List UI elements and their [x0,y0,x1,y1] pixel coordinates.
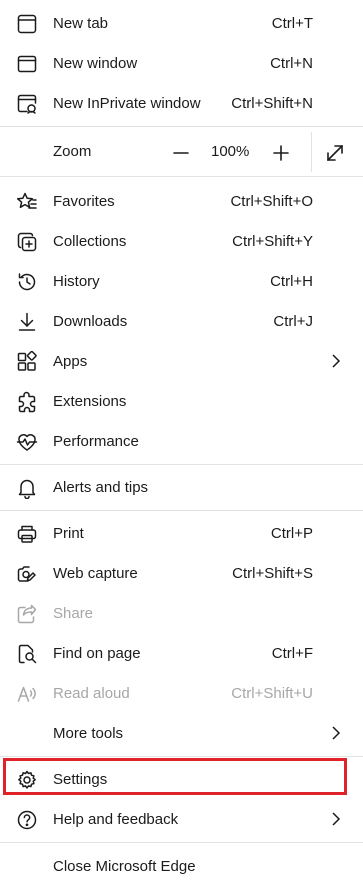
new-tab-icon [15,13,39,35]
menu-item-label: Downloads [53,312,128,330]
read-aloud-icon [15,683,39,705]
menu-item-label: Find on page [53,644,141,662]
menu-item-label: Web capture [53,564,138,582]
menu-item-downloads[interactable]: Downloads Ctrl+J [0,301,363,341]
separator [0,176,363,177]
menu-item-shortcut: Ctrl+F [271,644,313,662]
menu-item-close-edge[interactable]: Close Microsoft Edge [0,846,363,886]
menu-item-more-tools[interactable]: More tools [0,713,363,753]
menu-item-shortcut: Ctrl+T [271,14,313,32]
menu-item-new-window[interactable]: New window Ctrl+N [0,43,363,83]
menu-item-label: History [53,272,100,290]
menu-item-share: Share [0,593,363,633]
separator [0,126,363,127]
zoom-out-button[interactable] [166,139,196,167]
inprivate-window-icon [15,93,39,115]
favorites-star-icon [15,191,39,213]
separator [0,756,363,757]
settings-highlight-box [3,758,347,795]
menu-item-label: Share [53,604,94,622]
menu-item-shortcut: Ctrl+Shift+U [231,684,313,702]
menu-item-label: Performance [53,432,139,450]
menu-item-shortcut: Ctrl+Shift+S [232,564,313,582]
menu-item-shortcut: Ctrl+J [273,312,313,330]
download-arrow-icon [15,311,39,333]
menu-item-label: Favorites [53,192,115,210]
zoom-level: 100% [211,143,250,160]
menu-item-apps[interactable]: Apps [0,341,363,381]
menu-item-help-and-feedback[interactable]: Help and feedback [0,799,363,839]
menu-item-history[interactable]: History Ctrl+H [0,261,363,301]
separator [0,510,363,511]
menu-item-shortcut: Ctrl+H [270,272,313,290]
printer-icon [15,523,39,545]
menu-item-label: Help and feedback [53,810,179,828]
share-icon [15,603,39,625]
menu-item-favorites[interactable]: Favorites Ctrl+Shift+O [0,181,363,221]
menu-item-label: New window [53,54,138,72]
collections-icon [15,231,39,253]
menu-item-shortcut: Ctrl+Shift+O [230,192,313,210]
fullscreen-button[interactable] [320,139,350,167]
menu-item-shortcut: Ctrl+Shift+N [231,94,313,112]
menu-item-label: Print [53,524,84,542]
help-question-icon [15,809,39,831]
history-clock-icon [15,271,39,293]
menu-item-shortcut: Ctrl+N [270,54,313,72]
menu-item-label: New tab [53,14,109,32]
menu-item-alerts-and-tips[interactable]: Alerts and tips [0,467,363,507]
performance-heartbeat-icon [15,431,39,453]
new-window-icon [15,53,39,75]
menu-item-collections[interactable]: Collections Ctrl+Shift+Y [0,221,363,261]
find-page-icon [15,643,39,665]
edge-settings-menu: New tab Ctrl+T New window Ctrl+N New InP… [0,0,363,887]
chevron-right-icon [331,812,341,826]
menu-item-extensions[interactable]: Extensions [0,381,363,421]
zoom-row: Zoom 100% [0,131,363,175]
menu-item-web-capture[interactable]: Web capture Ctrl+Shift+S [0,553,363,593]
expand-icon [327,145,343,161]
menu-item-find-on-page[interactable]: Find on page Ctrl+F [0,633,363,673]
apps-grid-icon [15,351,39,373]
separator [0,464,363,465]
menu-item-new-inprivate-window[interactable]: New InPrivate window Ctrl+Shift+N [0,83,363,123]
zoom-in-button[interactable] [266,139,296,167]
chevron-right-icon [331,354,341,368]
puzzle-piece-icon [15,391,39,413]
menu-item-label: Apps [53,352,88,370]
menu-item-new-tab[interactable]: New tab Ctrl+T [0,3,363,43]
menu-item-label: New InPrivate window [53,94,201,112]
menu-item-label: Read aloud [53,684,130,702]
bell-icon [15,477,39,499]
zoom-label: Zoom [53,143,92,160]
separator [0,842,363,843]
zoom-divider [311,132,312,172]
menu-item-label: Collections [53,232,127,250]
web-capture-icon [15,563,39,585]
menu-item-shortcut: Ctrl+Shift+Y [232,232,313,250]
minus-icon [173,152,189,154]
menu-item-label: Close Microsoft Edge [53,857,196,875]
menu-item-label: Alerts and tips [53,478,149,496]
menu-item-shortcut: Ctrl+P [270,524,313,542]
chevron-right-icon [331,726,341,740]
menu-item-print[interactable]: Print Ctrl+P [0,513,363,553]
menu-item-label: Extensions [53,392,127,410]
menu-item-performance[interactable]: Performance [0,421,363,461]
plus-icon [273,145,289,161]
menu-item-read-aloud: Read aloud Ctrl+Shift+U [0,673,363,713]
menu-item-label: More tools [53,724,124,742]
